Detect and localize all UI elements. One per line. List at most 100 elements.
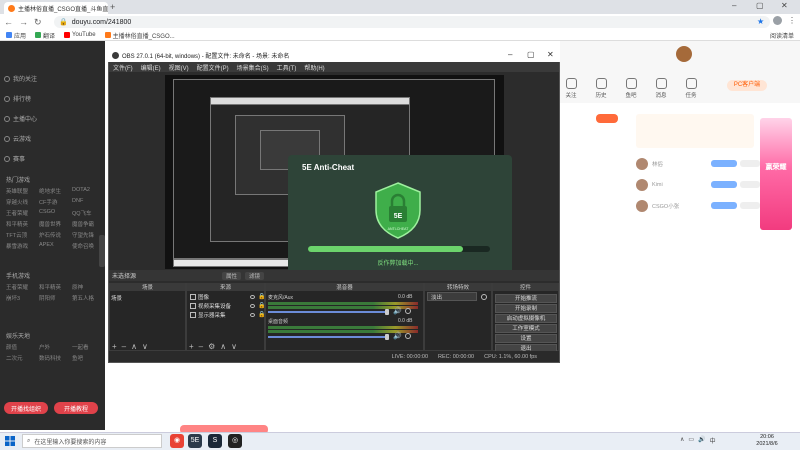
gear-icon[interactable]: ⚙ (208, 342, 215, 351)
start-recording-button[interactable]: 开始录制 (495, 304, 557, 313)
volume-slider[interactable] (268, 336, 388, 338)
sidebar-game-item[interactable]: 王者荣耀 (6, 209, 39, 217)
network-icon[interactable]: ▭ (688, 436, 694, 445)
sidebar-game-item[interactable]: DOTA2 (72, 187, 105, 195)
5e-icon[interactable]: 5E (188, 434, 202, 448)
follow-chip[interactable] (740, 160, 760, 167)
nav-messages[interactable]: 消息 (650, 78, 672, 99)
follow-chip[interactable] (740, 181, 760, 188)
sidebar-game-item[interactable]: 阴阳师 (39, 294, 72, 302)
nav-tasks[interactable]: 任务 (680, 78, 702, 99)
sidebar-game-item[interactable]: 绝地求生 (39, 187, 72, 195)
promo-banner[interactable]: 赢荣耀 (760, 118, 792, 230)
obs-menu-item[interactable]: 视图(V) (169, 63, 189, 72)
obs-icon[interactable]: ◎ (228, 434, 242, 448)
volume-icon[interactable]: 🔊 (698, 436, 705, 445)
sidebar-game-item[interactable]: 一起看 (72, 343, 105, 351)
back-icon[interactable]: ← (4, 17, 13, 27)
sidebar-game-item[interactable]: APEX (39, 242, 72, 250)
studio-mode-button[interactable]: 工作室模式 (495, 324, 557, 333)
sidebar-game-item[interactable]: TFT云顶 (6, 231, 39, 239)
nav-fishbar[interactable]: 鱼吧 (620, 78, 642, 99)
chrome-icon[interactable]: ◉ (170, 434, 184, 448)
obs-maximize-icon[interactable]: ▢ (527, 50, 535, 59)
sidebar-item-rank[interactable]: 排行榜 (4, 94, 31, 103)
sidebar-item-cloudgame[interactable]: 云游戏 (4, 134, 31, 143)
reload-icon[interactable]: ↻ (34, 17, 42, 28)
obs-minimize-icon[interactable]: – (508, 50, 512, 59)
sidebar-game-item[interactable]: 二次元 (6, 354, 39, 362)
obs-menu-item[interactable]: 工具(T) (277, 63, 297, 72)
transition-select[interactable]: 淡出 (427, 292, 477, 301)
visibility-eye-icon[interactable] (250, 295, 255, 299)
obs-close-icon[interactable]: ✕ (547, 50, 554, 59)
obs-menu-item[interactable]: 编辑(E) (141, 63, 161, 72)
follow-chip[interactable] (740, 202, 760, 209)
volume-knob[interactable] (385, 334, 389, 340)
sidebar-game-item[interactable]: 颜值 (6, 343, 39, 351)
down-icon[interactable]: ∨ (231, 342, 237, 351)
virtual-camera-button[interactable]: 启动虚拟摄像机 (495, 314, 557, 323)
tray-expand-icon[interactable]: ∧ (680, 436, 684, 445)
sidebar-game-item[interactable]: CF手游 (39, 198, 72, 206)
taskbar-clock[interactable]: 20:06 2021/8/6 (746, 434, 788, 448)
sidebar-game-item[interactable]: 英雄联盟 (6, 187, 39, 195)
sidebar-game-item[interactable]: 和平精英 (39, 283, 72, 291)
speaker-icon[interactable]: 🔊 (393, 332, 402, 340)
browser-tab[interactable]: 主播林俗直播_CSGO直播_斗鱼直播 ✕ (4, 2, 108, 14)
nav-history[interactable]: 历史 (590, 78, 612, 99)
nav-follow[interactable]: 关注 (560, 78, 582, 99)
sidebar-game-item[interactable]: 魔兽争霸 (72, 220, 105, 228)
add-icon[interactable]: + (189, 342, 194, 351)
new-tab-icon[interactable]: + (110, 2, 115, 12)
sidebar-item-events[interactable]: 赛事 (4, 154, 25, 163)
bookmark-apps[interactable]: 应用 (6, 31, 26, 40)
obs-menu-item[interactable]: 场景集合(S) (237, 63, 269, 72)
steam-icon[interactable]: S (208, 434, 222, 448)
lock-icon[interactable]: 🔒 (258, 311, 265, 318)
obs-menu-item[interactable]: 文件(F) (113, 63, 133, 72)
lock-icon[interactable]: 🔒 (258, 293, 265, 300)
maximize-icon[interactable]: ▢ (756, 1, 764, 10)
sidebar-game-item[interactable]: 魔兽世界 (39, 220, 72, 228)
forward-icon[interactable]: → (19, 17, 28, 27)
sidebar-game-item[interactable]: QQ飞车 (72, 209, 105, 217)
start-streaming-button[interactable]: 开始推流 (495, 294, 557, 303)
sidebar-game-item[interactable]: 暴雪游戏 (6, 242, 39, 250)
minimize-icon[interactable]: – (732, 1, 736, 10)
settings-button[interactable]: 设置 (495, 334, 557, 343)
visibility-eye-icon[interactable] (250, 304, 255, 308)
properties-button[interactable]: 属性 (222, 272, 242, 280)
ime-icon[interactable]: 中 (710, 436, 716, 445)
sidebar-item-follow[interactable]: 我的关注 (4, 74, 37, 83)
bookmark-translate[interactable]: 翻译 (35, 31, 55, 40)
filters-button[interactable]: 滤镜 (245, 272, 265, 280)
gear-icon[interactable] (405, 333, 411, 339)
windows-start-icon[interactable] (4, 435, 16, 447)
taskbar-search[interactable]: ⌕ 在这里输入你要搜索的内容 (22, 434, 162, 448)
apply-streamer-button[interactable]: 开播找组织 (4, 402, 48, 414)
scene-item[interactable]: 场景 (111, 294, 122, 302)
down-icon[interactable]: ∨ (142, 342, 148, 351)
reading-list[interactable]: 阅读清单 (770, 31, 794, 40)
stream-tutorial-button[interactable]: 开播教程 (54, 402, 98, 414)
lock-icon[interactable]: 🔒 (258, 302, 265, 309)
visibility-eye-icon[interactable] (250, 313, 255, 317)
menu-dots-icon[interactable]: ⋮ (788, 16, 796, 25)
sidebar-game-item[interactable]: 和平精英 (6, 220, 39, 228)
pc-client-button[interactable]: PC客户端 (727, 80, 767, 91)
gear-icon[interactable] (481, 294, 487, 300)
remove-icon[interactable]: – (122, 342, 126, 351)
sidebar-game-item[interactable]: 崩坏3 (6, 294, 39, 302)
sidebar-game-item[interactable]: 炉石传说 (39, 231, 72, 239)
volume-knob[interactable] (385, 309, 389, 315)
sidebar-game-item[interactable]: 原神 (72, 283, 105, 291)
sidebar-game-item[interactable]: 户外 (39, 343, 72, 351)
sidebar-item-anchor[interactable]: 主播中心 (4, 114, 37, 123)
sidebar-game-item[interactable]: 鱼吧 (72, 354, 105, 362)
bookmark-star-icon[interactable]: ★ (757, 17, 764, 26)
gear-icon[interactable] (405, 308, 411, 314)
address-bar[interactable]: 🔒 douyu.com/241800 (54, 16, 770, 28)
up-icon[interactable]: ∧ (220, 342, 226, 351)
sidebar-game-item[interactable]: 穿越火线 (6, 198, 39, 206)
